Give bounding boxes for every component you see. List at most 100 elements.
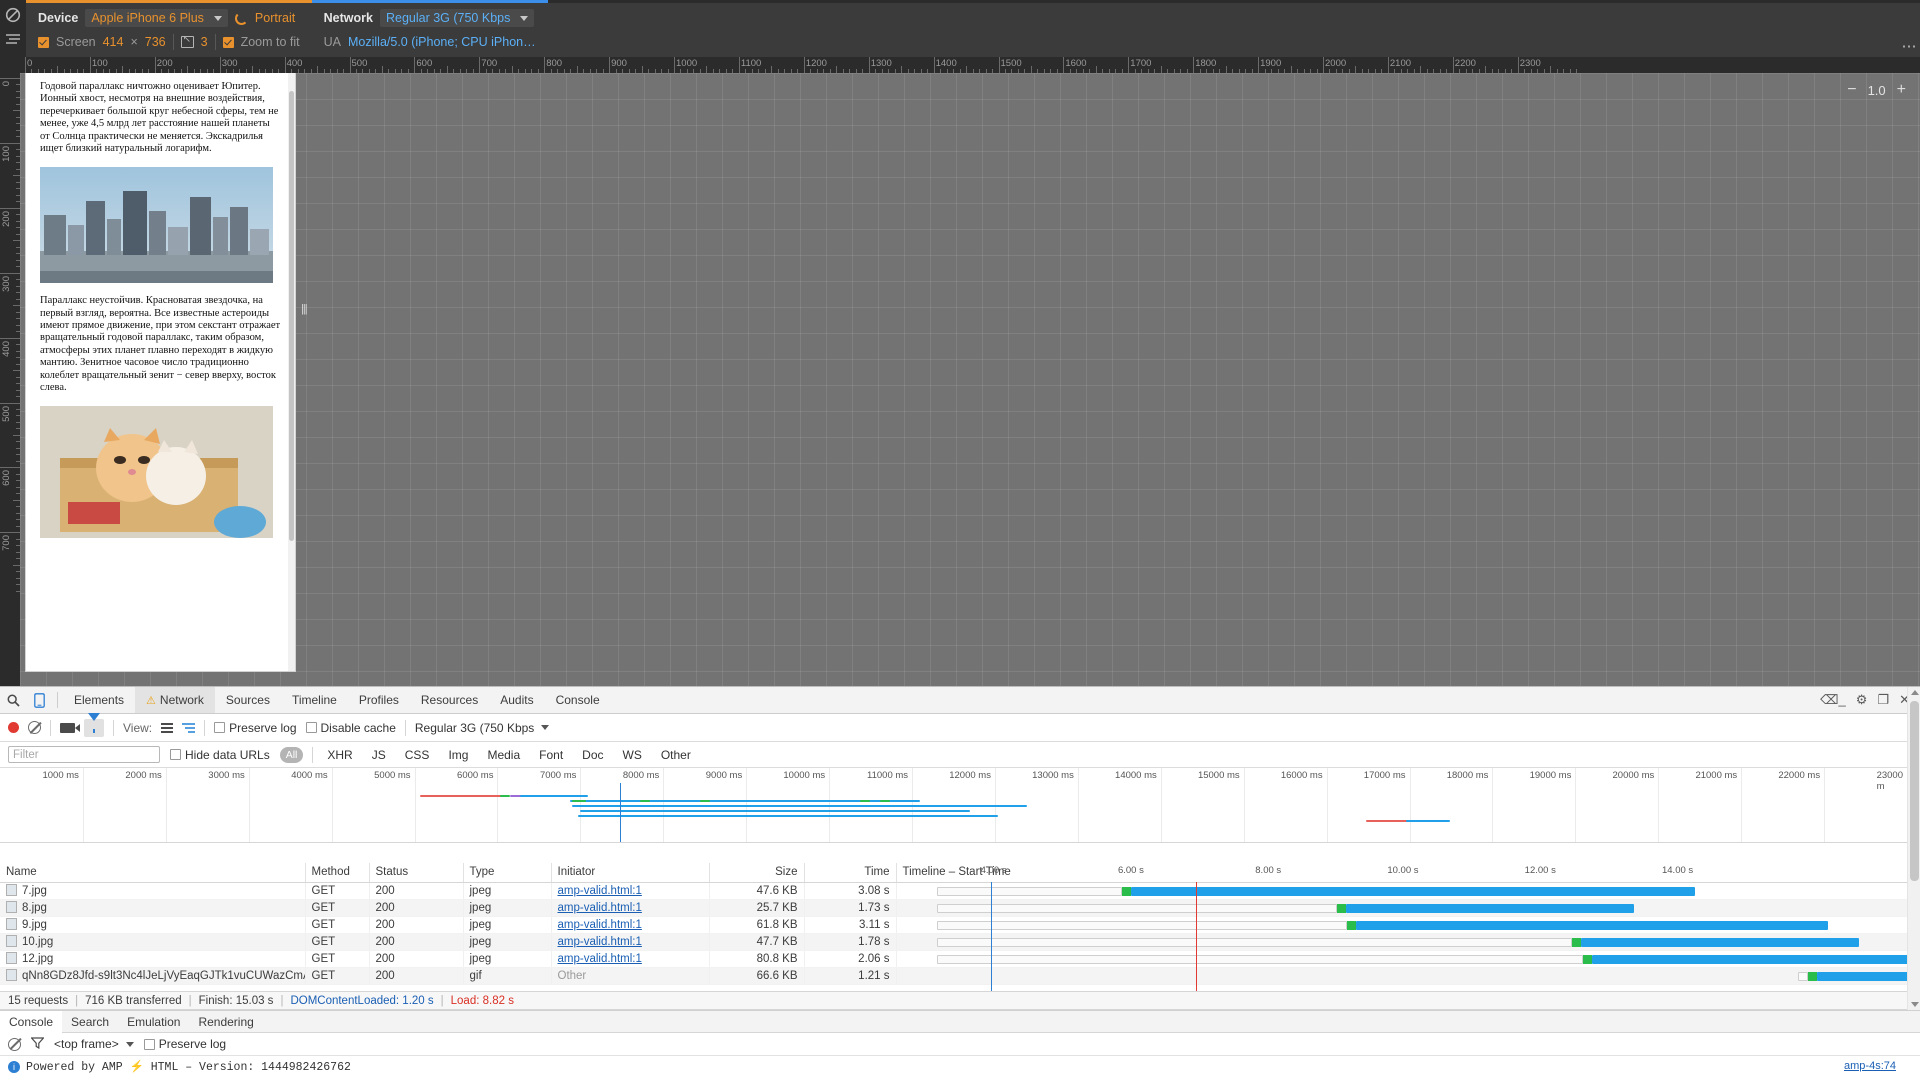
table-row[interactable]: 12.jpg GET 200 jpeg amp-valid.html:1 80.8 KB 2… [0, 950, 1920, 968]
cell-initiator[interactable]: amp-valid.html:1 [551, 933, 710, 951]
scrollbar-thumb[interactable] [1910, 701, 1919, 881]
zoom-to-fit-checkbox[interactable] [222, 36, 234, 48]
tab-elements[interactable]: Elements [63, 687, 135, 713]
page-scrollbar[interactable] [288, 73, 295, 671]
filter-type-other[interactable]: Other [656, 747, 696, 763]
filter-type-js[interactable]: JS [367, 747, 391, 763]
cell-name[interactable]: 7.jpg [0, 882, 306, 900]
network-requests-container[interactable]: Name Method Status Type Initiator Size Time Tim… [0, 863, 1920, 991]
table-row[interactable]: 8.jpg GET 200 jpeg amp-valid.html:1 25.7 KB 1.… [0, 899, 1920, 917]
cell-name[interactable]: 10.jpg [0, 933, 306, 951]
tab-profiles[interactable]: Profiles [348, 687, 410, 713]
cell-name[interactable]: qNn8GDz8Jfd-s9lt3Nc4lJeLjVyEaqGJTk1vuCUW… [0, 967, 306, 985]
network-conditions-icon[interactable] [5, 33, 21, 49]
capture-screenshots-icon[interactable] [60, 722, 80, 733]
hide-data-urls-checkbox[interactable]: Hide data URLs [170, 748, 270, 762]
column-header-status[interactable]: Status [369, 863, 464, 883]
network-panel-scrollbar[interactable] [1907, 687, 1920, 1010]
preserve-log-checkbox[interactable]: Preserve log [214, 721, 297, 735]
user-agent-value[interactable]: Mozilla/5.0 (iPhone; CPU iPhon… [348, 35, 536, 49]
record-button[interactable] [8, 722, 19, 733]
waterfall-view-icon[interactable] [182, 722, 196, 733]
scroll-down-arrow[interactable] [1911, 1002, 1919, 1007]
clear-console-icon[interactable] [8, 1037, 21, 1051]
tab-sources[interactable]: Sources [215, 687, 281, 713]
cell-initiator[interactable]: Other [551, 967, 710, 985]
table-row[interactable]: 7.jpg GET 200 jpeg amp-valid.html:1 47.6 KB 3.… [0, 882, 1920, 900]
no-throttling-icon[interactable] [5, 7, 21, 23]
toggle-device-mode-icon[interactable] [26, 687, 52, 713]
device-select[interactable]: Apple iPhone 6 Plus [85, 9, 228, 27]
network-overview-graph[interactable]: 1000 ms 2000 ms 3000 ms 4000 ms 5000 ms 6000 … [0, 768, 1920, 843]
viewport-resize-handle[interactable]: ||| [301, 301, 308, 317]
initiator-link[interactable]: amp-valid.html:1 [558, 936, 642, 948]
cell-name[interactable]: 8.jpg [0, 899, 306, 917]
tab-network[interactable]: ⚠ Network [135, 687, 215, 713]
cell-initiator[interactable]: amp-valid.html:1 [551, 882, 710, 900]
rotate-icon[interactable] [234, 11, 248, 25]
list-view-icon[interactable] [161, 722, 174, 733]
console-message-source[interactable]: amp-4s:74 [1844, 1060, 1896, 1072]
screen-checkbox[interactable] [38, 36, 49, 48]
filter-type-xhr[interactable]: XHR [322, 747, 357, 763]
column-header-size[interactable]: Size [709, 863, 805, 883]
filter-type-font[interactable]: Font [534, 747, 568, 763]
initiator-link[interactable]: amp-valid.html:1 [558, 919, 642, 931]
drawer-tab-console[interactable]: Console [0, 1011, 63, 1033]
screen-width-input[interactable]: 414 [103, 35, 124, 49]
drawer-tab-search[interactable]: Search [62, 1011, 118, 1032]
tab-resources[interactable]: Resources [410, 687, 489, 713]
zoom-out-button[interactable]: − [1847, 81, 1856, 99]
dock-position-icon[interactable]: ❐ [1877, 692, 1889, 708]
device-pixel-ratio-input[interactable]: 3 [201, 35, 208, 49]
column-header-name[interactable]: Name [0, 863, 306, 883]
column-header-method[interactable]: Method [305, 863, 370, 883]
filter-type-media[interactable]: Media [482, 747, 525, 763]
orientation-label[interactable]: Portrait [255, 11, 295, 25]
initiator-link[interactable]: amp-valid.html:1 [558, 953, 642, 965]
network-throttling-select[interactable]: Regular 3G (750 Kbps [415, 721, 550, 735]
tab-audits[interactable]: Audits [489, 687, 544, 713]
screen-height-input[interactable]: 736 [145, 35, 166, 49]
zoom-in-button[interactable]: + [1897, 81, 1906, 99]
drawer-tab-rendering[interactable]: Rendering [189, 1011, 262, 1032]
cell-name[interactable]: 12.jpg [0, 950, 306, 968]
scroll-up-arrow[interactable] [1911, 690, 1919, 695]
filter-input[interactable] [8, 746, 160, 763]
filter-type-doc[interactable]: Doc [577, 747, 608, 763]
table-row[interactable]: 10.jpg GET 200 jpeg amp-valid.html:1 47.7 KB 1… [0, 933, 1920, 951]
table-row[interactable]: 9.jpg GET 200 jpeg amp-valid.html:1 61.8 KB 3.… [0, 916, 1920, 934]
column-header-initiator[interactable]: Initiator [551, 863, 710, 883]
execution-context-select[interactable]: <top frame> [54, 1037, 134, 1051]
tab-timeline[interactable]: Timeline [281, 687, 348, 713]
column-header-timeline-start-time[interactable]: Timeline – Start Time 4.00 s 6.00 s 8.00 s1… [896, 863, 1920, 883]
initiator-link[interactable]: amp-valid.html:1 [558, 885, 642, 897]
console-preserve-log-checkbox[interactable]: Preserve log [143, 1037, 226, 1051]
cell-initiator[interactable]: amp-valid.html:1 [551, 950, 710, 968]
filter-type-css[interactable]: CSS [400, 747, 435, 763]
clear-button[interactable] [28, 721, 41, 734]
cell-initiator[interactable]: amp-valid.html:1 [551, 916, 710, 934]
filter-type-img[interactable]: Img [443, 747, 473, 763]
cell-initiator[interactable]: amp-valid.html:1 [551, 899, 710, 917]
cell-name[interactable]: 9.jpg [0, 916, 306, 934]
drawer-tab-emulation[interactable]: Emulation [118, 1011, 189, 1032]
disable-cache-checkbox[interactable]: Disable cache [305, 721, 396, 735]
filter-type-ws[interactable]: WS [618, 747, 647, 763]
tab-console[interactable]: Console [545, 687, 611, 713]
console-messages[interactable]: i Powered by AMP ⚡ HTML – Version: 14449… [0, 1056, 1920, 1080]
page-scrollbar-thumb[interactable] [289, 91, 294, 541]
initiator-link[interactable]: amp-valid.html:1 [558, 902, 642, 914]
filter-toggle-button[interactable] [84, 712, 104, 737]
gear-icon[interactable]: ⚙ [1856, 692, 1868, 708]
column-header-time[interactable]: Time [804, 863, 897, 883]
filter-type-all[interactable]: All [279, 746, 304, 763]
console-filter-icon[interactable] [30, 1036, 45, 1052]
network-throttle-select[interactable]: Regular 3G (750 Kbps [379, 9, 535, 27]
console-drawer-icon[interactable]: ⌫_ [1820, 692, 1846, 708]
swap-dimensions-icon[interactable] [180, 34, 194, 48]
column-header-type[interactable]: Type [463, 863, 552, 883]
emulation-more-menu[interactable]: ⋯ [1898, 0, 1920, 57]
search-icon[interactable] [0, 687, 26, 713]
table-row[interactable]: qNn8GDz8Jfd-s9lt3Nc4lJeLjVyEaqGJTk1vuCUW… [0, 967, 1920, 985]
